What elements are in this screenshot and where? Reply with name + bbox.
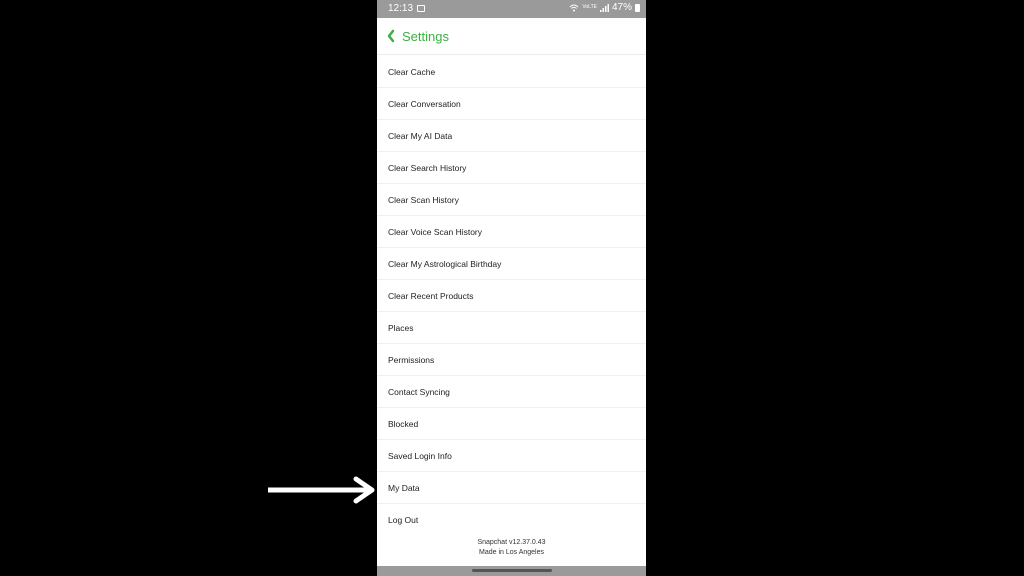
settings-item-clear-astrological-birthday[interactable]: Clear My Astrological Birthday [377, 248, 646, 280]
settings-item-clear-scan-history[interactable]: Clear Scan History [377, 184, 646, 216]
settings-item-contact-syncing[interactable]: Contact Syncing [377, 376, 646, 408]
settings-item-clear-search-history[interactable]: Clear Search History [377, 152, 646, 184]
system-nav-bar [377, 566, 646, 576]
settings-item-saved-login-info[interactable]: Saved Login Info [377, 440, 646, 472]
wifi-icon [569, 4, 579, 11]
settings-item-clear-cache[interactable]: Clear Cache [377, 56, 646, 88]
signal-icon [599, 3, 609, 12]
settings-item-my-data[interactable]: My Data [377, 472, 646, 504]
arrow-right-icon [268, 476, 375, 504]
home-handle[interactable] [472, 569, 552, 572]
made-in-label: Made in Los Angeles [479, 549, 544, 556]
settings-item-permissions[interactable]: Permissions [377, 344, 646, 376]
app-footer: Snapchat v12.37.0.43 Made in Los Angeles [377, 538, 646, 558]
settings-item-clear-recent-products[interactable]: Clear Recent Products [377, 280, 646, 312]
chevron-left-icon[interactable] [386, 28, 396, 44]
settings-header: Settings [377, 18, 646, 55]
status-bar: 12:13 VoLTE 47% [377, 0, 646, 18]
settings-item-clear-my-ai-data[interactable]: Clear My AI Data [377, 120, 646, 152]
settings-item-places[interactable]: Places [377, 312, 646, 344]
settings-list: Clear Cache Clear Conversation Clear My … [377, 56, 646, 535]
battery-percent: 47% [611, 2, 632, 13]
settings-item-clear-conversation[interactable]: Clear Conversation [377, 88, 646, 120]
battery-icon [635, 3, 640, 12]
status-time: 12:13 [388, 3, 414, 14]
volte-label: VoLTE [582, 4, 597, 10]
photo-notification-icon [417, 5, 425, 12]
phone-screen: 12:13 VoLTE 47% Settings Clear Cache Cle… [377, 0, 646, 576]
settings-item-clear-voice-scan-history[interactable]: Clear Voice Scan History [377, 216, 646, 248]
settings-item-blocked[interactable]: Blocked [377, 408, 646, 440]
version-label: Snapchat v12.37.0.43 [477, 539, 546, 546]
settings-item-log-out[interactable]: Log Out [377, 504, 646, 535]
page-title: Settings [402, 29, 449, 44]
status-indicators: VoLTE 47% [569, 2, 640, 13]
